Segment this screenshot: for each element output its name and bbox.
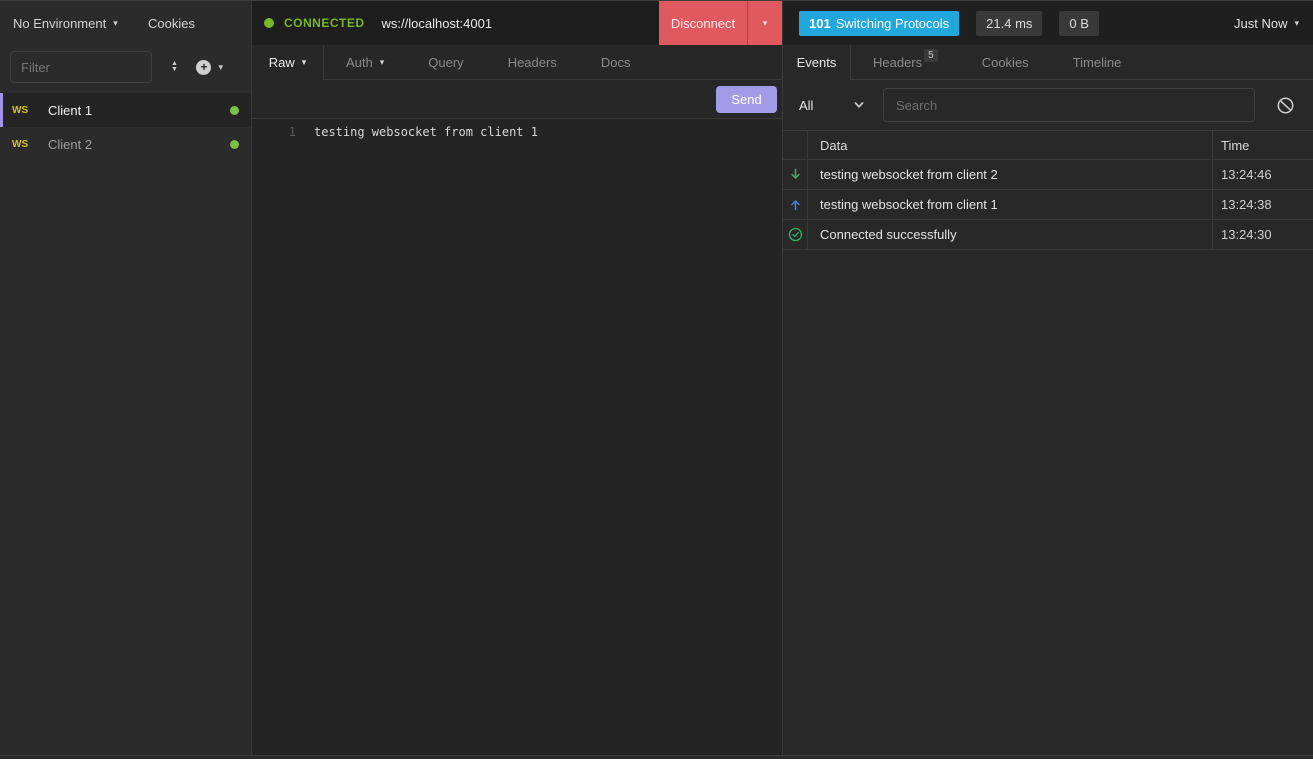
request-tabs-rest: Auth ▾ Query Headers Docs <box>324 45 782 80</box>
event-data: testing websocket from client 2 <box>808 160 1212 189</box>
event-data: Connected successfully <box>808 220 1212 249</box>
event-data: testing websocket from client 1 <box>808 190 1212 219</box>
chevron-down-icon <box>853 99 865 111</box>
add-request-button[interactable]: + ▾ <box>196 60 223 75</box>
tab-cookies-response[interactable]: Cookies <box>960 45 1051 79</box>
tab-headers-label: Headers <box>873 55 922 70</box>
updated-dropdown[interactable]: Just Now ▾ <box>1234 16 1299 31</box>
data-column-header: Data <box>808 131 1212 159</box>
bottom-strip <box>0 755 1313 759</box>
environment-selector[interactable]: No Environment ▾ <box>13 16 118 31</box>
event-time: 13:24:38 <box>1212 190 1313 219</box>
search-input[interactable] <box>883 88 1255 122</box>
event-type-select[interactable]: All <box>799 98 865 113</box>
sidebar: No Environment ▾ Cookies ▲▼ + ▾ WS Clien… <box>0 1 252 755</box>
disconnect-label: Disconnect <box>659 1 747 45</box>
send-button[interactable]: Send <box>716 86 777 113</box>
updated-label: Just Now <box>1234 16 1287 31</box>
connection-bar: CONNECTED ws://localhost:4001 Disconnect… <box>252 1 782 45</box>
response-panel: 101 Switching Protocols 21.4 ms 0 B Just … <box>783 1 1313 755</box>
status-text: Switching Protocols <box>836 16 949 31</box>
connection-status-dot-icon <box>264 18 274 28</box>
sidebar-filter-row: ▲▼ + ▾ <box>0 47 251 87</box>
connection-dot-icon <box>230 106 239 115</box>
status-code-badge: 101 Switching Protocols <box>799 11 959 36</box>
response-size-badge: 0 B <box>1059 11 1099 36</box>
plus-circle-icon: + <box>196 60 211 75</box>
event-type-value: All <box>799 98 813 113</box>
request-panel: CONNECTED ws://localhost:4001 Disconnect… <box>252 1 783 755</box>
events-table: Data Time testing websocket from client … <box>783 130 1313 250</box>
tab-auth-label: Auth <box>346 55 373 70</box>
arrow-up-icon <box>789 198 802 211</box>
status-code: 101 <box>809 16 831 31</box>
chevron-down-icon: ▾ <box>113 18 118 29</box>
send-toolbar: Send <box>252 80 782 118</box>
events-filter-row: All <box>783 80 1313 130</box>
event-time: 13:24:30 <box>1212 220 1313 249</box>
connection-status-label: CONNECTED <box>284 16 365 30</box>
icon-column-header <box>783 131 808 159</box>
ban-icon <box>1276 96 1295 115</box>
client-item-1[interactable]: WS Client 1 <box>0 93 251 127</box>
time-column-header: Time <box>1212 131 1313 159</box>
tab-events[interactable]: Events <box>783 45 851 80</box>
line-number: 1 <box>252 123 296 141</box>
tab-events-label: Events <box>797 55 837 70</box>
response-tabs: Events Headers 5 Cookies Timeline <box>783 45 1313 80</box>
event-time: 13:24:46 <box>1212 160 1313 189</box>
chevron-down-icon: ▾ <box>218 62 223 73</box>
response-time-badge: 21.4 ms <box>976 11 1042 36</box>
events-table-header: Data Time <box>783 131 1313 160</box>
editor-content: testing websocket from client 1 <box>314 123 538 141</box>
editor-line: 1 testing websocket from client 1 <box>252 123 782 141</box>
client-item-2[interactable]: WS Client 2 <box>0 127 251 161</box>
clear-events-button[interactable] <box>1276 96 1295 115</box>
check-circle-icon <box>788 227 803 242</box>
tab-headers[interactable]: Headers <box>486 45 579 79</box>
tab-auth[interactable]: Auth ▾ <box>324 45 406 79</box>
response-tabs-rest: Headers 5 Cookies Timeline <box>851 45 1313 80</box>
client-name: Client 2 <box>48 137 92 152</box>
filter-input[interactable] <box>10 51 152 83</box>
event-row[interactable]: testing websocket from client 2 13:24:46 <box>783 160 1313 190</box>
message-editor[interactable]: 1 testing websocket from client 1 <box>252 118 782 755</box>
client-list: WS Client 1 WS Client 2 <box>0 93 251 161</box>
request-tabs: Raw ▾ Auth ▾ Query Headers Docs <box>252 45 782 80</box>
ws-protocol-badge: WS <box>12 139 32 150</box>
arrow-down-icon <box>789 168 802 181</box>
websocket-url[interactable]: ws://localhost:4001 <box>382 16 493 31</box>
tab-timeline[interactable]: Timeline <box>1051 45 1144 79</box>
sidebar-topbar: No Environment ▾ Cookies <box>0 1 251 45</box>
response-status-bar: 101 Switching Protocols 21.4 ms 0 B Just … <box>783 1 1313 45</box>
sort-icon[interactable]: ▲▼ <box>171 61 178 73</box>
ws-protocol-badge: WS <box>12 105 32 116</box>
tab-headers-response[interactable]: Headers 5 <box>851 45 960 79</box>
connection-dot-icon <box>230 140 239 149</box>
event-row[interactable]: testing websocket from client 1 13:24:38 <box>783 190 1313 220</box>
app-window: No Environment ▾ Cookies ▲▼ + ▾ WS Clien… <box>0 0 1313 759</box>
chevron-down-icon: ▾ <box>380 57 385 68</box>
disconnect-button[interactable]: Disconnect ▾ <box>659 1 782 45</box>
tab-raw-label: Raw <box>269 55 295 70</box>
tab-docs[interactable]: Docs <box>579 45 653 79</box>
client-name: Client 1 <box>48 103 92 118</box>
tab-query[interactable]: Query <box>406 45 485 79</box>
environment-label: No Environment <box>13 16 106 31</box>
main-panels: No Environment ▾ Cookies ▲▼ + ▾ WS Clien… <box>0 1 1313 755</box>
chevron-down-icon: ▾ <box>1294 18 1299 29</box>
chevron-down-icon: ▾ <box>302 57 307 68</box>
tab-raw[interactable]: Raw ▾ <box>252 45 324 80</box>
cookies-button[interactable]: Cookies <box>148 16 195 31</box>
chevron-down-icon[interactable]: ▾ <box>748 1 782 45</box>
headers-count-badge: 5 <box>924 49 938 62</box>
event-row[interactable]: Connected successfully 13:24:30 <box>783 220 1313 250</box>
